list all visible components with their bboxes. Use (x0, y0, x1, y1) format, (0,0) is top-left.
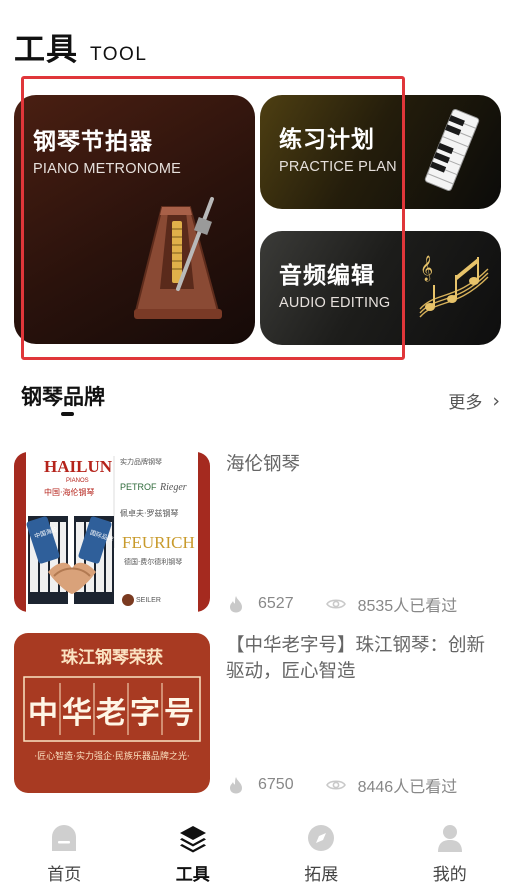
article-item[interactable]: 珠江钢琴荣获 中 华 老 字 号 ·匠心智造·实力强企·民族乐器品牌之光· 【中… (14, 633, 502, 796)
fire-icon (226, 594, 246, 614)
eye-icon (325, 594, 346, 614)
svg-text:老: 老 (96, 696, 126, 731)
piano-metronome-card[interactable]: 钢琴节拍器 PIANO METRONOME (14, 95, 255, 344)
svg-text:·匠心智造·实力强企·民族乐器品牌之光·: ·匠心智造·实力强企·民族乐器品牌之光· (34, 750, 189, 762)
thumb-top-text: 珠江钢琴荣获 (61, 647, 163, 668)
like-count: 6527 (258, 595, 294, 612)
svg-text:FEURICH: FEURICH (122, 533, 195, 552)
more-link[interactable]: 更多 › (448, 388, 500, 414)
card-subtitle: PRACTICE PLAN (279, 159, 397, 175)
card-title: 钢琴节拍器 (33, 129, 153, 155)
svg-text:佩卓夫·罗兹钢琴: 佩卓夫·罗兹钢琴 (120, 508, 179, 518)
card-subtitle: AUDIO EDITING (279, 295, 391, 311)
tab-profile[interactable]: 我的 (386, 820, 514, 895)
more-label: 更多 (448, 393, 483, 413)
svg-text:Rieger: Rieger (159, 482, 187, 493)
tab-label: 工具 (175, 865, 210, 885)
article-title: 【中华老字号】珠江钢琴：创新驱动，匠心智造 (226, 635, 486, 682)
section-underline (61, 412, 74, 416)
page-header: 工具 TOOL (14, 24, 147, 69)
svg-text:实力品牌钢琴: 实力品牌钢琴 (120, 457, 162, 466)
tab-explore[interactable]: 拓展 (257, 820, 386, 895)
tab-label: 拓展 (304, 865, 339, 885)
eye-icon (325, 775, 346, 795)
svg-text:德国·费尔德利钢琴: 德国·费尔德利钢琴 (124, 557, 182, 566)
article-thumbnail: 珠江钢琴荣获 中 华 老 字 号 ·匠心智造·实力强企·民族乐器品牌之光· (14, 633, 210, 793)
svg-text:SEILER: SEILER (136, 597, 161, 604)
page-subtitle: TOOL (90, 44, 148, 65)
article-thumbnail: HAILUN PIANOS 中国·海伦钢琴 实力品牌钢琴 PETROF Rieg… (14, 452, 210, 612)
svg-text:字: 字 (130, 696, 160, 731)
svg-text:号: 号 (164, 696, 194, 731)
home-icon (48, 822, 80, 854)
svg-text:𝄞: 𝄞 (420, 255, 433, 281)
practice-plan-card[interactable]: 练习计划 PRACTICE PLAN (260, 95, 501, 209)
layers-icon (177, 822, 209, 854)
music-notes-icon: 𝄞 (419, 255, 489, 318)
tools-page: 工具 TOOL 钢琴节拍器 PIANO METRONOME 练习计划 PRACT… (0, 0, 514, 895)
svg-text:PIANOS: PIANOS (66, 478, 89, 484)
article-title: 海伦钢琴 (226, 454, 301, 475)
article-stats: 6527 8535人已看过 (226, 592, 457, 616)
fire-icon (226, 775, 246, 795)
user-icon (434, 822, 466, 854)
compass-icon (305, 822, 337, 854)
article-item[interactable]: HAILUN PIANOS 中国·海伦钢琴 实力品牌钢琴 PETROF Rieg… (14, 452, 502, 615)
section-title: 钢琴品牌 (21, 385, 105, 409)
tab-label: 首页 (47, 865, 82, 885)
card-title: 练习计划 (279, 127, 375, 153)
piano-keys-icon (424, 109, 480, 191)
svg-text:中国·海伦钢琴: 中国·海伦钢琴 (44, 487, 95, 497)
chevron-right-icon: › (492, 389, 500, 412)
view-count: 8446人已看过 (357, 779, 458, 796)
page-title: 工具 (14, 32, 78, 68)
view-count: 8535人已看过 (357, 598, 458, 615)
card-title: 音频编辑 (279, 263, 375, 289)
tab-home[interactable]: 首页 (0, 820, 129, 895)
metronome-icon (134, 197, 222, 319)
brand-text: HAILUN (44, 457, 113, 476)
bottom-tab-bar: 首页 工具 拓展 我的 (0, 820, 514, 895)
tab-label: 我的 (432, 865, 467, 885)
svg-text:华: 华 (62, 696, 92, 731)
svg-text:中: 中 (28, 696, 58, 731)
svg-text:PETROF: PETROF (120, 482, 157, 492)
audio-editing-card[interactable]: 音频编辑 AUDIO EDITING 𝄞 (260, 231, 501, 345)
tab-tools[interactable]: 工具 (129, 820, 258, 895)
article-stats: 6750 8446人已看过 (226, 773, 457, 797)
like-count: 6750 (258, 776, 294, 793)
card-subtitle: PIANO METRONOME (33, 161, 182, 177)
